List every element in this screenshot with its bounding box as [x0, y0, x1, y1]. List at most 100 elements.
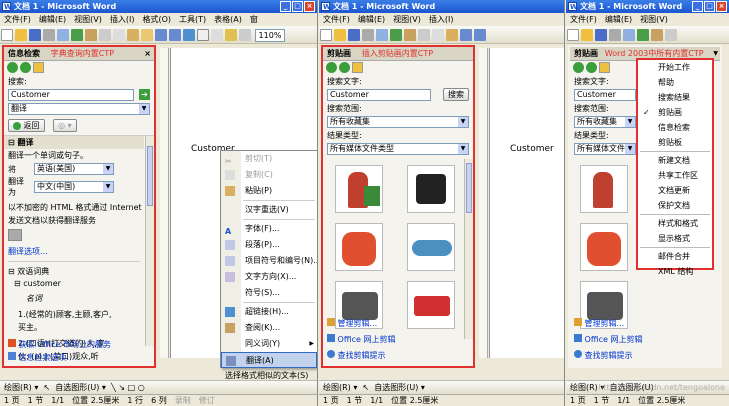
ctp-item-help[interactable]: 帮助	[638, 75, 712, 90]
print-icon[interactable]	[43, 29, 55, 41]
menu-item-reconvert[interactable]: 汉字重选(V)	[221, 202, 317, 218]
organize-clips-link[interactable]: 管理剪辑...	[338, 319, 378, 328]
paste-icon[interactable]	[446, 29, 458, 41]
ctp-item-clipboard[interactable]: 剪贴板	[638, 135, 712, 150]
table-icon[interactable]	[197, 29, 209, 41]
select-arrow-icon[interactable]: ↖	[362, 383, 369, 392]
ctp-item-reveal-formatting[interactable]: 显示格式	[638, 231, 712, 246]
marketplace-link[interactable]: 获取 Office 市场上的服务	[19, 340, 111, 349]
research-icon[interactable]	[404, 29, 416, 41]
autoshapes-menu[interactable]: 自选图形(U)	[374, 383, 418, 392]
back-arrow-icon[interactable]	[7, 62, 18, 73]
research-options-link[interactable]: 信息检索选项...	[19, 353, 75, 362]
source-select[interactable]: 翻译	[8, 103, 150, 115]
new-doc-icon[interactable]	[1, 29, 13, 41]
research-search-input[interactable]: Customer	[8, 89, 134, 101]
clipart-thumbnail[interactable]	[407, 223, 455, 271]
research-results-scrollbar[interactable]	[145, 136, 154, 346]
forward-button[interactable]: ◎ ▾	[53, 119, 77, 132]
office-online-link[interactable]: Office 网上剪辑	[585, 335, 643, 344]
print-preview-icon[interactable]	[376, 29, 388, 41]
show-hide-icon[interactable]	[239, 29, 251, 41]
hyperlink-icon[interactable]	[183, 29, 195, 41]
select-arrow-icon[interactable]: ↖	[43, 383, 50, 392]
menu-insert[interactable]: 插入(I)	[425, 13, 458, 26]
dict-word-row[interactable]: ⊟ customer	[4, 278, 144, 289]
close-button[interactable]: ×	[716, 1, 727, 12]
menu-edit[interactable]: 编辑(E)	[601, 13, 636, 26]
open-icon[interactable]	[334, 29, 346, 41]
columns-icon[interactable]	[211, 29, 223, 41]
menu-item-font[interactable]: A 字体(F)...	[221, 221, 317, 237]
menu-table[interactable]: 表格(A)	[210, 13, 246, 26]
back-button[interactable]: 返回	[8, 119, 45, 132]
ctp-item-getting-started[interactable]: 开始工作	[638, 60, 712, 75]
menu-item-translate[interactable]: 翻译(A)	[221, 352, 317, 368]
save-icon[interactable]	[29, 29, 41, 41]
clipart-thumbnail[interactable]	[335, 223, 383, 271]
home-icon[interactable]	[352, 62, 363, 73]
menu-item-lookup[interactable]: 查阅(K)...	[221, 320, 317, 336]
zoom-box[interactable]: 110%	[254, 29, 286, 42]
save-icon[interactable]	[348, 29, 360, 41]
menu-item-paste[interactable]: 粘贴(P)	[221, 183, 317, 199]
menu-tools[interactable]: 工具(T)	[175, 13, 210, 26]
document-area[interactable]: Customer	[489, 48, 564, 358]
ctp-item-styles-formatting[interactable]: 样式和格式	[638, 216, 712, 231]
drawing-icon[interactable]	[225, 29, 237, 41]
scope-select[interactable]: 所有收藏集	[327, 116, 469, 128]
bilingual-dict-header[interactable]: ⊟ 双语词典	[4, 265, 144, 278]
cut-icon[interactable]	[418, 29, 430, 41]
menu-item-hyperlink[interactable]: 超链接(H)...	[221, 304, 317, 320]
line-icon[interactable]: ╲	[111, 383, 116, 392]
spelling-icon[interactable]	[71, 29, 83, 41]
ctp-item-xml-structure[interactable]: XML 结构	[638, 264, 712, 279]
cut-icon[interactable]	[99, 29, 111, 41]
clipart-thumbnail[interactable]	[407, 165, 455, 213]
ctp-item-search-results[interactable]: 搜索结果	[638, 90, 712, 105]
translation-options-link[interactable]: 翻译选项...	[8, 247, 48, 256]
organize-clips-link[interactable]: 管理剪辑...	[585, 319, 625, 328]
paste-icon[interactable]	[127, 29, 139, 41]
menu-format[interactable]: 格式(O)	[138, 13, 175, 26]
menu-item-text-direction[interactable]: 文字方向(X)...	[221, 269, 317, 285]
open-icon[interactable]	[581, 29, 593, 41]
maximize-button[interactable]: □	[704, 1, 715, 12]
rectangle-icon[interactable]: □	[128, 383, 136, 392]
close-button[interactable]: ×	[304, 1, 315, 12]
cut-icon[interactable]	[665, 29, 677, 41]
pane-dropdown-icon[interactable]: ▼	[713, 47, 718, 61]
print-preview-icon[interactable]	[623, 29, 635, 41]
translation-section-header[interactable]: ⊟ 翻译	[4, 136, 144, 149]
ctp-item-new-document[interactable]: 新建文档	[638, 153, 712, 168]
ctp-item-research[interactable]: 信息检索	[638, 120, 712, 135]
menu-file[interactable]: 文件(F)	[0, 13, 35, 26]
copy-icon[interactable]	[113, 29, 125, 41]
clipart-search-input[interactable]: Customer	[574, 89, 636, 101]
menu-insert[interactable]: 插入(I)	[106, 13, 139, 26]
clipart-thumbnail[interactable]	[335, 165, 383, 213]
forward-arrow-icon[interactable]	[339, 62, 350, 73]
office-online-link[interactable]: Office 网上剪辑	[338, 335, 396, 344]
clip-tips-link[interactable]: 查找剪辑提示	[338, 351, 386, 360]
clip-tips-link[interactable]: 查找剪辑提示	[585, 351, 633, 360]
arrow-icon[interactable]: ↘	[118, 383, 125, 392]
redo-icon[interactable]	[474, 29, 486, 41]
ctp-item-clipart[interactable]: ✓ 剪贴画	[638, 105, 712, 120]
menu-file[interactable]: 文件(F)	[319, 13, 354, 26]
to-language-select[interactable]: 中文(中国)	[34, 181, 114, 193]
from-language-select[interactable]: 英语(美国)	[34, 163, 114, 175]
redo-icon[interactable]	[169, 29, 181, 41]
menu-edit[interactable]: 编辑(E)	[35, 13, 70, 26]
minimize-button[interactable]: _	[692, 1, 703, 12]
back-arrow-icon[interactable]	[326, 62, 337, 73]
menu-view[interactable]: 视图(V)	[70, 13, 106, 26]
forward-arrow-icon[interactable]	[586, 62, 597, 73]
menu-item-cut[interactable]: ✂ 剪切(T)	[221, 151, 317, 167]
menu-item-symbol[interactable]: 符号(S)...	[221, 285, 317, 301]
task-pane-close-icon[interactable]: ×	[144, 47, 151, 61]
save-icon[interactable]	[595, 29, 607, 41]
go-arrow-icon[interactable]: ➔	[139, 89, 150, 100]
spelling-icon[interactable]	[637, 29, 649, 41]
draw-menu[interactable]: 绘图(R)	[4, 383, 32, 392]
